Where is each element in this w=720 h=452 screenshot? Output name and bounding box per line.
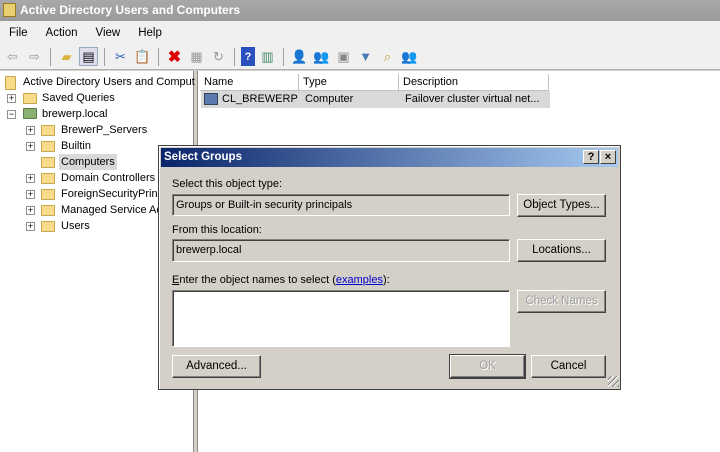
- computer-icon: [204, 93, 218, 105]
- help-button[interactable]: ?: [583, 150, 599, 164]
- app-icon: [3, 3, 16, 17]
- object-names-input[interactable]: [172, 290, 510, 347]
- back-icon[interactable]: ⇦: [3, 47, 22, 66]
- select-groups-dialog: Select Groups ? × Select this object typ…: [158, 145, 621, 390]
- folder-icon: [41, 141, 55, 152]
- cancel-button[interactable]: Cancel: [531, 355, 606, 378]
- check-names-button[interactable]: Check Names: [517, 290, 606, 313]
- delete-icon[interactable]: ✖: [165, 47, 184, 66]
- advanced-button[interactable]: Advanced...: [172, 355, 261, 378]
- location-label: From this location:: [172, 224, 262, 236]
- column-header-description[interactable]: Description: [399, 74, 549, 91]
- toolbar-separator: [283, 47, 284, 66]
- cut-icon[interactable]: ✂: [111, 47, 130, 66]
- expand-icon[interactable]: +: [26, 222, 35, 231]
- console-root-icon: [5, 76, 16, 90]
- locations-button[interactable]: Locations...: [517, 239, 606, 262]
- tree-root[interactable]: Active Directory Users and Comput: [23, 74, 195, 90]
- folder-icon: [23, 93, 37, 104]
- expand-icon[interactable]: +: [26, 190, 35, 199]
- object-type-label: Select this object type:: [172, 178, 283, 190]
- tree-item-managed-service-accounts[interactable]: Managed Service Ac: [61, 202, 162, 218]
- menu-view[interactable]: View: [87, 27, 130, 39]
- expand-icon[interactable]: +: [26, 206, 35, 215]
- label-end: ):: [382, 274, 390, 286]
- toolbar-separator: [104, 47, 105, 66]
- table-row[interactable]: CL_BREWERP Computer Failover cluster vir…: [201, 91, 550, 108]
- tree-item-builtin[interactable]: Builtin: [61, 138, 91, 154]
- ou-icon: [41, 125, 55, 136]
- find-icon[interactable]: ⌕: [378, 47, 397, 66]
- window-title-bar: Active Directory Users and Computers: [0, 0, 720, 21]
- tree-item-foreign-security-principals[interactable]: ForeignSecurityPrinc: [61, 186, 163, 202]
- object-names-label: Enter the object names to select (exampl…: [172, 274, 390, 286]
- row-type: Computer: [305, 93, 354, 105]
- folder-icon: [41, 221, 55, 232]
- properties-icon[interactable]: ▦: [187, 47, 206, 66]
- object-type-field: Groups or Built-in security principals: [172, 194, 510, 216]
- add-to-group-icon[interactable]: 👥: [400, 47, 419, 66]
- expand-icon[interactable]: +: [26, 126, 35, 135]
- new-group-icon[interactable]: 👥: [312, 47, 331, 66]
- location-field: brewerp.local: [172, 239, 510, 262]
- menu-action[interactable]: Action: [37, 27, 87, 39]
- filter-icon[interactable]: ▼: [356, 47, 375, 66]
- help-icon[interactable]: ?: [241, 47, 255, 66]
- toolbar-separator: [234, 47, 235, 66]
- tree-item-computers[interactable]: Computers: [59, 154, 117, 170]
- column-header-name[interactable]: Name: [200, 74, 299, 91]
- folder-icon: [41, 189, 55, 200]
- refresh-icon[interactable]: ↻: [209, 47, 228, 66]
- folder-icon: [41, 157, 55, 168]
- close-button[interactable]: ×: [600, 150, 616, 164]
- toolbar: ⇦ ⇨ ▰ ▤ ✂ 📋 ✖ ▦ ↻ ? ▥ 👤 👥 ▣ ▼ ⌕ 👥: [0, 44, 720, 70]
- object-types-button[interactable]: Object Types...: [517, 194, 606, 217]
- menu-bar: File Action View Help: [0, 21, 720, 44]
- new-user-icon[interactable]: 👤: [290, 47, 309, 66]
- ok-button[interactable]: OK: [449, 354, 526, 379]
- toolbar-separator: [158, 47, 159, 66]
- domain-icon: [23, 108, 37, 119]
- new-ou-icon[interactable]: ▣: [334, 47, 353, 66]
- dialog-title-bar: Select Groups ? ×: [161, 148, 618, 167]
- expand-icon[interactable]: +: [26, 142, 35, 151]
- tree-item-domain-controllers[interactable]: Domain Controllers: [61, 170, 155, 186]
- tree-item-brewerp-servers[interactable]: BrewerP_Servers: [61, 122, 147, 138]
- column-header-type[interactable]: Type: [299, 74, 399, 91]
- folder-icon: [41, 205, 55, 216]
- action-pane-icon[interactable]: ▥: [258, 47, 277, 66]
- toolbar-separator: [50, 47, 51, 66]
- tree-item-domain[interactable]: brewerp.local: [42, 106, 107, 122]
- menu-help[interactable]: Help: [129, 27, 171, 39]
- examples-link[interactable]: examples: [336, 274, 383, 286]
- ou-icon: [41, 173, 55, 184]
- show-hide-tree-icon[interactable]: ▤: [79, 47, 98, 66]
- collapse-icon[interactable]: −: [7, 110, 16, 119]
- label-text: nter the object names to select (: [179, 274, 336, 286]
- row-name: CL_BREWERP: [222, 93, 298, 105]
- expand-icon[interactable]: +: [7, 94, 16, 103]
- tree-item-saved-queries[interactable]: Saved Queries: [42, 90, 115, 106]
- forward-icon[interactable]: ⇨: [25, 47, 44, 66]
- expand-icon[interactable]: +: [26, 174, 35, 183]
- row-description: Failover cluster virtual net...: [405, 93, 540, 105]
- up-folder-icon[interactable]: ▰: [57, 47, 76, 66]
- dialog-title: Select Groups: [164, 151, 242, 163]
- window-title: Active Directory Users and Computers: [20, 3, 241, 17]
- tree-item-users[interactable]: Users: [61, 218, 90, 234]
- menu-file[interactable]: File: [0, 27, 37, 39]
- resize-grip-icon[interactable]: [608, 376, 619, 387]
- paste-icon[interactable]: 📋: [133, 47, 152, 66]
